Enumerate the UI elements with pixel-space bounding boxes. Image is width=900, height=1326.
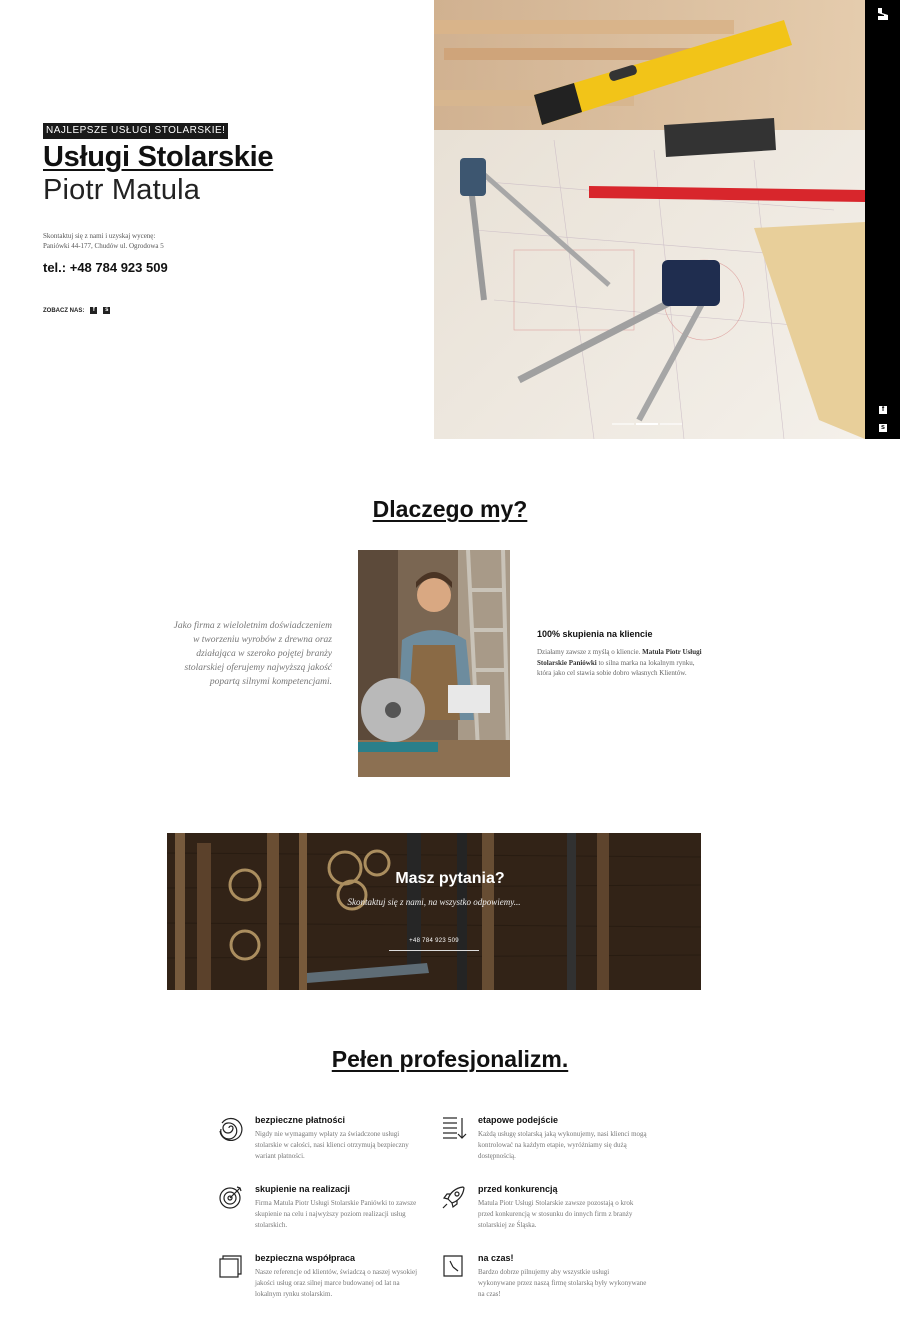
facebook-icon[interactable]: f xyxy=(879,406,887,414)
facebook-icon[interactable]: f xyxy=(90,307,98,314)
prof-item-title: przed konkurencją xyxy=(478,1184,558,1194)
hero-badge: NAJLEPSZE USŁUGI STOLARSKIE! xyxy=(43,123,229,139)
banner-phone-button[interactable]: +48 784 923 509 xyxy=(389,931,479,951)
rocket-icon xyxy=(442,1186,465,1209)
site-logo-icon[interactable] xyxy=(876,7,890,21)
prof-item-text: Każdą usługę stolarską jaką wykonujemy, … xyxy=(478,1130,647,1160)
prof-item-text: Bardzo dobrze pilnujemy aby wszystkie us… xyxy=(478,1268,647,1298)
hero-title: Usługi Stolarskie xyxy=(43,141,274,173)
prof-item-title: bezpieczna współpraca xyxy=(255,1253,356,1263)
contact-address: Paniówki 44-177, Chudów ul. Ogrodowa 5 xyxy=(43,242,164,250)
clock-icon xyxy=(443,1255,463,1277)
prof-item-text: Matula Piotr Usługi Stolarskie zawsze po… xyxy=(478,1199,634,1229)
banner-subtitle: Skontaktuj się z nami, na wszystko odpow… xyxy=(347,897,521,907)
prof-item-title: etapowe podejście xyxy=(478,1115,559,1125)
slider-dot[interactable] xyxy=(612,423,634,425)
spiral-icon xyxy=(219,1117,243,1141)
hero-text-panel xyxy=(0,0,434,439)
carpenter-photo xyxy=(358,550,510,777)
tools-background-image xyxy=(167,833,701,990)
prof-item-title: na czas! xyxy=(478,1253,514,1263)
why-quote: Jako firma z wieloletnim doświadczeniem … xyxy=(173,621,332,687)
why-title: Dlaczego my? xyxy=(372,496,528,522)
list-arrow-icon xyxy=(443,1117,467,1139)
prof-item-text: Firma Matula Piotr Usługi Stolarskie Pan… xyxy=(255,1199,417,1229)
slider-dot-active[interactable] xyxy=(636,423,658,425)
contact-intro: Skontaktuj się z nami i uzyskaj wycenę: xyxy=(43,232,156,240)
prof-item-text: Nasze referencje od klientów, świadczą o… xyxy=(255,1268,418,1298)
prof-item-text: Nigdy nie wymagamy wpłaty za świadczone … xyxy=(255,1130,409,1160)
prof-item-title: bezpieczne płatności xyxy=(255,1115,346,1125)
hero-subtitle: Piotr Matula xyxy=(43,174,201,206)
hero-section: NAJLEPSZE USŁUGI STOLARSKIE! Usługi Stol… xyxy=(0,0,900,439)
skype-icon[interactable]: s xyxy=(879,424,887,432)
prof-item-title: skupienie na realizacji xyxy=(255,1184,351,1194)
layers-icon xyxy=(219,1255,242,1278)
hero-image xyxy=(434,0,865,439)
see-us-label: ZOBACZ NAS: xyxy=(43,307,85,314)
see-us-row: ZOBACZ NAS: f s xyxy=(43,307,111,314)
slider-dot[interactable] xyxy=(660,423,682,425)
right-sidebar xyxy=(865,0,900,439)
carpenter-image xyxy=(358,550,510,777)
hero-phone[interactable]: tel.: +48 784 923 509 xyxy=(43,260,168,275)
feature-title: 100% skupienia na kliencie xyxy=(537,629,653,639)
feature-text: Działamy zawsze z myślą o kliencie. Matu… xyxy=(537,647,702,679)
target-icon xyxy=(219,1186,242,1209)
slider-dots xyxy=(612,423,682,425)
banner-title: Masz pytania? xyxy=(395,870,505,887)
feature-text-part: Działamy zawsze z myślą o kliencie. xyxy=(537,648,643,656)
prof-title: Pełen profesjonalizm. xyxy=(331,1046,569,1072)
drafting-tools-image xyxy=(434,0,865,439)
contact-banner xyxy=(167,833,701,990)
skype-icon[interactable]: s xyxy=(103,307,111,314)
